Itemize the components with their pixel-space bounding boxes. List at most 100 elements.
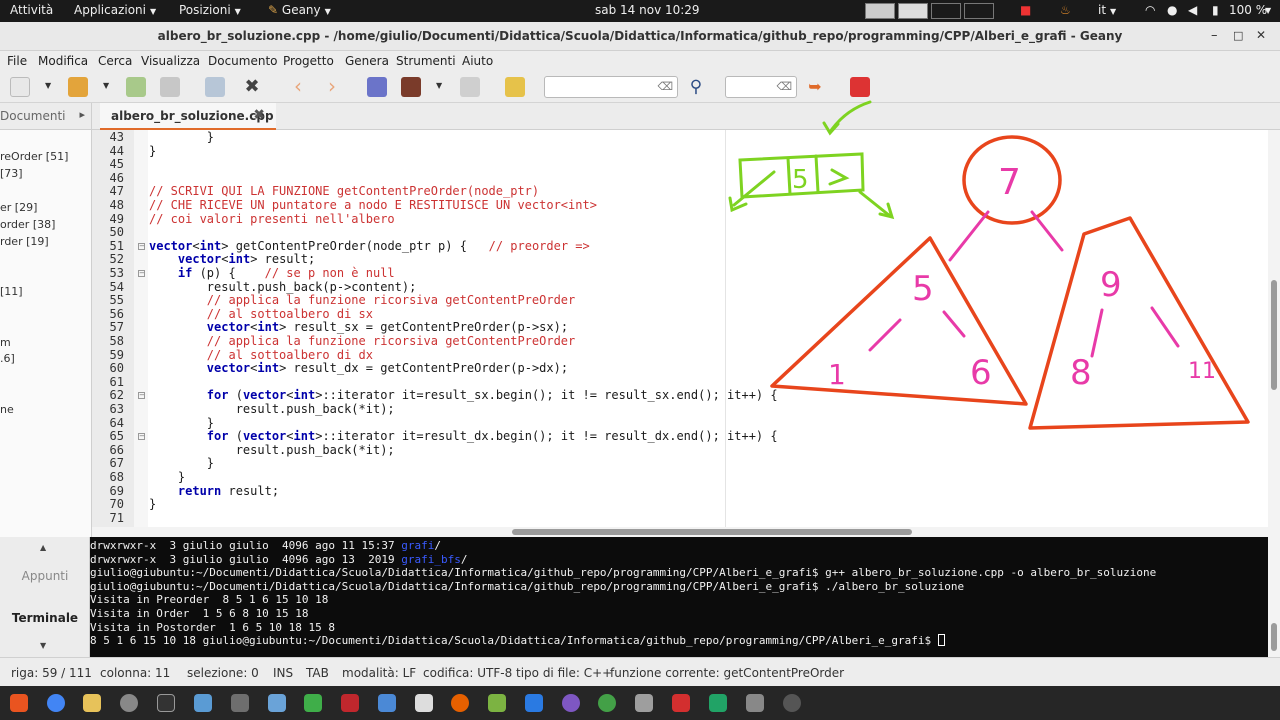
close-file-icon[interactable]: ✖	[242, 77, 262, 97]
menu-modifica[interactable]: Modifica	[38, 54, 88, 68]
text-editor-icon[interactable]	[635, 694, 653, 712]
open-file-icon[interactable]	[68, 77, 88, 97]
symbol-item[interactable]: m	[0, 336, 11, 349]
workspace-4[interactable]	[964, 3, 994, 19]
code-line[interactable]: result.push_back(*it);	[149, 402, 395, 417]
fold-toggle-icon[interactable]: −	[138, 270, 145, 277]
writer-icon[interactable]	[268, 694, 286, 712]
files-icon[interactable]	[194, 694, 212, 712]
symbol-item[interactable]: [73]	[0, 167, 23, 180]
build-icon[interactable]	[401, 77, 421, 97]
symbol-item[interactable]: .6]	[0, 352, 15, 365]
slides-icon[interactable]	[672, 694, 690, 712]
code-line[interactable]: vector<int> result_sx = getContentPreOrd…	[149, 321, 568, 335]
code-line[interactable]: // CHE RICEVE UN puntatore a nodo E REST…	[149, 198, 597, 213]
settings-icon[interactable]	[120, 694, 138, 712]
vertical-scrollbar[interactable]	[1268, 130, 1280, 537]
fold-toggle-icon[interactable]: −	[138, 392, 145, 400]
build-dropdown-icon[interactable]: ▼	[436, 81, 442, 90]
new-file-icon[interactable]	[10, 77, 30, 97]
terminal[interactable]: drwxrwxr-x 3 giulio giulio 4096 ago 11 1…	[90, 537, 1268, 657]
code-line[interactable]: }	[149, 416, 214, 431]
code-line[interactable]: // applica la funzione ricorsiva getCont…	[149, 334, 575, 349]
menu-progetto[interactable]: Progetto	[283, 54, 334, 68]
save-icon[interactable]	[126, 77, 146, 97]
code-line[interactable]: }	[149, 130, 214, 145]
goto-line-icon[interactable]: ➥	[805, 77, 825, 97]
wifi-icon[interactable]: ◠	[1145, 3, 1155, 17]
back-icon[interactable]: ‹	[288, 76, 308, 97]
open-file-dropdown-icon[interactable]: ▼	[103, 81, 109, 90]
code-line[interactable]: // applica la funzione ricorsiva getCont…	[149, 293, 575, 308]
clock[interactable]: sab 14 nov 10:29	[595, 3, 700, 17]
places-menu[interactable]: Posizioni ▼	[179, 3, 241, 17]
code-line[interactable]: return result;	[149, 484, 279, 499]
clear-goto-icon[interactable]: ⌫	[776, 80, 792, 93]
code-line[interactable]: vector<int> result;	[149, 253, 315, 267]
color-chooser-icon[interactable]	[505, 77, 525, 97]
close-tab-icon[interactable]: ✖	[253, 107, 265, 123]
code-line[interactable]: vector<int> result_dx = getContentPreOrd…	[149, 361, 568, 376]
code-line[interactable]: }	[149, 470, 185, 485]
save-all-icon[interactable]	[160, 77, 180, 97]
horizontal-scrollbar[interactable]	[92, 527, 1268, 537]
terminal-icon[interactable]	[157, 694, 175, 712]
symbol-item[interactable]: order [38]	[0, 218, 55, 231]
virtualbox-icon[interactable]	[378, 694, 396, 712]
flame-icon[interactable]: ♨	[1060, 3, 1071, 17]
code-line[interactable]: // al sottoalbero di sx	[149, 307, 373, 322]
code-editor-icon[interactable]	[525, 694, 543, 712]
close-window-button[interactable]: ✕	[1256, 28, 1266, 42]
language-indicator[interactable]: it ▼	[1098, 3, 1116, 17]
clear-search-icon[interactable]: ⌫	[657, 80, 673, 93]
code-line[interactable]: for (vector<int>::iterator it=result_sx.…	[149, 389, 778, 403]
code-line[interactable]: }	[149, 144, 156, 159]
app-menu[interactable]: ✎ Geany ▼	[268, 3, 331, 17]
code-line[interactable]: vector<int> getContentPreOrder(node_ptr …	[149, 239, 590, 254]
menu-visualizza[interactable]: Visualizza	[141, 54, 200, 68]
pycharm-icon[interactable]	[709, 694, 727, 712]
menu-strumenti[interactable]: Strumenti	[396, 54, 456, 68]
record-icon[interactable]: ■	[1020, 3, 1031, 17]
code-line[interactable]: result.push_back(p->content);	[149, 280, 417, 295]
mic-icon[interactable]: ●	[1167, 3, 1177, 17]
screenshot-icon[interactable]	[231, 694, 249, 712]
drawing-app-icon[interactable]	[488, 694, 506, 712]
fold-toggle-icon[interactable]: −	[138, 433, 145, 441]
chat-icon[interactable]	[598, 694, 616, 712]
terminal-scroll-thumb[interactable]	[1271, 623, 1277, 651]
maximize-button[interactable]: □	[1233, 29, 1243, 42]
search-input[interactable]: ⌫	[544, 76, 678, 98]
horizontal-scroll-thumb[interactable]	[512, 529, 912, 535]
calc-icon[interactable]	[304, 694, 322, 712]
symbol-item[interactable]: er [29]	[0, 201, 37, 214]
scroll-down-icon[interactable]: ▼	[40, 641, 46, 650]
workspace-1[interactable]	[865, 3, 895, 19]
sidebar-tab-documents[interactable]: Documenti ▸	[0, 103, 91, 130]
activities-button[interactable]: Attività	[10, 3, 53, 17]
menu-aiuto[interactable]: Aiuto	[462, 54, 493, 68]
firefox-icon[interactable]	[451, 694, 469, 712]
code-line[interactable]: for (vector<int>::iterator it=result_dx.…	[149, 429, 778, 444]
applications-menu[interactable]: Applicazioni ▼	[74, 3, 156, 17]
code-line[interactable]: // SCRIVI QUI LA FUNZIONE getContentPreO…	[149, 185, 539, 199]
eclipse-icon[interactable]	[562, 694, 580, 712]
filezilla-icon[interactable]	[341, 694, 359, 712]
obs-icon[interactable]	[783, 694, 801, 712]
code-line[interactable]: }	[149, 457, 214, 471]
battery-icon[interactable]: ▮	[1212, 3, 1219, 17]
workspace-3[interactable]	[931, 3, 961, 19]
code-line[interactable]: result.push_back(*it);	[149, 443, 395, 458]
chrome-icon[interactable]	[47, 694, 65, 712]
symbol-item[interactable]: rder [19]	[0, 235, 49, 248]
menu-cerca[interactable]: Cerca	[98, 54, 132, 68]
quit-icon[interactable]	[850, 77, 870, 97]
system-menu-chevron-icon[interactable]: ▼	[1265, 6, 1271, 15]
code-line[interactable]: // coi valori presenti nell'albero	[149, 212, 395, 227]
calculator-icon[interactable]	[746, 694, 764, 712]
preferences-icon[interactable]	[460, 77, 480, 97]
goto-line-input[interactable]: ⌫	[725, 76, 797, 98]
tab-notes[interactable]: Appunti	[0, 569, 90, 583]
vertical-scroll-thumb[interactable]	[1271, 280, 1277, 390]
menu-genera[interactable]: Genera	[345, 54, 389, 68]
